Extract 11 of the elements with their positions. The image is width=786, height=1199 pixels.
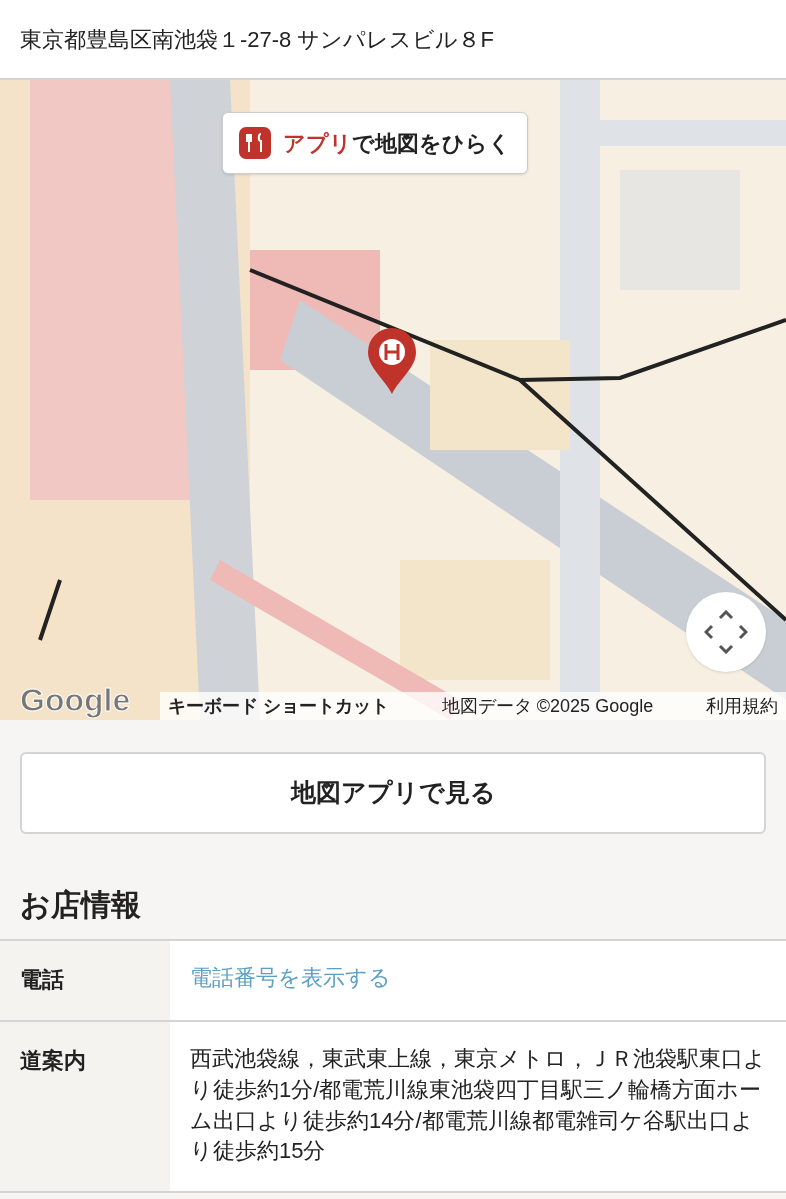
directions-text: 西武池袋線，東武東上線，東京メトロ，ＪＲ池袋駅東口より徒歩約1分/都電荒川線東池袋四丁目駅三ノ輪橋方面ホーム出口より徒歩約14分/都電荒川線都電雑司ケ谷駅出口より徒歩約15分: [190, 1045, 767, 1166]
address-text: 東京都豊島区南池袋１-27-8 サンパレスビル８F: [20, 25, 494, 54]
section-title: お店情報: [20, 888, 141, 921]
map-logo: Google: [20, 681, 131, 720]
map-app-button[interactable]: 地図アプリで見る: [20, 752, 766, 834]
attribution-link[interactable]: キーボード ショートカット: [168, 692, 389, 720]
row-label: 道案内: [20, 1048, 86, 1073]
attribution-link[interactable]: 利用規約: [706, 692, 778, 720]
attribution-link[interactable]: 地図データ ©2025 Google: [441, 692, 654, 720]
row-label: 電話: [20, 967, 64, 992]
open-in-app-button[interactable]: アプリ で地図をひらく: [222, 112, 528, 174]
